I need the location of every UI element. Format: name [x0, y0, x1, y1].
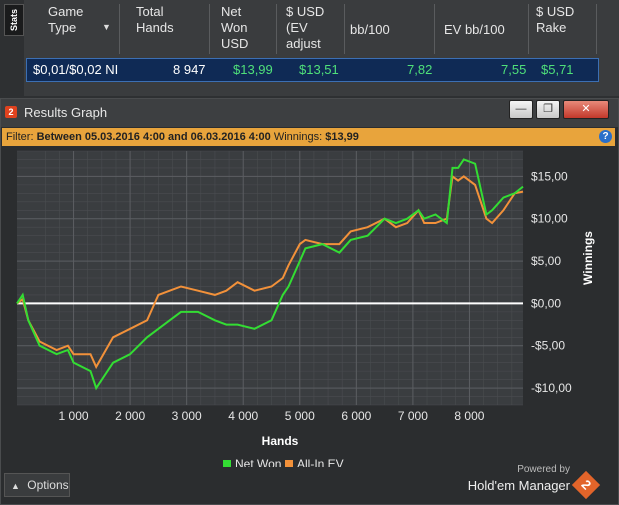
window-titlebar[interactable]: 2 Results Graph — ❐ ✕ [1, 99, 618, 127]
filter-range: Between 05.03.2016 4:00 and 06.03.2016 4… [36, 131, 271, 143]
cell-rake: $5,71 [541, 62, 574, 77]
cell-ev-adjusted: $13,51 [299, 62, 339, 77]
filter-prefix: Filter: [6, 131, 34, 143]
y-tick-label: -$5,00 [531, 339, 565, 353]
y-tick-label: $5,00 [531, 254, 561, 268]
column-divider[interactable] [344, 4, 345, 54]
cell-bb100: 7,82 [407, 62, 433, 77]
x-tick-label: 8 000 [454, 409, 484, 423]
legend-label-all-in-ev: All-In EV [297, 457, 344, 467]
results-graph-window: 2 Results Graph — ❐ ✕ Filter: Between 05… [0, 98, 619, 505]
stats-grid: Game Type ▼ Total Hands Net Won USD $ US… [24, 0, 619, 96]
column-divider[interactable] [596, 4, 597, 54]
product-name: Hold'em Manager [467, 477, 570, 493]
branding: Powered by Hold'em Manager 2 [467, 464, 601, 500]
y-axis-label: Winnings [581, 231, 595, 285]
restore-button[interactable]: ❐ [536, 100, 560, 119]
cell-ev-bb100: 7,55 [501, 62, 527, 77]
sort-down-icon[interactable]: ▼ [102, 22, 111, 32]
col-total-hands[interactable]: Total Hands [136, 4, 196, 56]
chevron-up-icon: ▲ [11, 481, 20, 491]
filter-winnings-value: $13,99 [325, 131, 359, 143]
column-divider[interactable] [209, 4, 210, 54]
y-tick-label: -$10,00 [531, 381, 572, 395]
options-button[interactable]: ▲ Options [4, 473, 70, 497]
table-row[interactable]: $0,01/$0,02 NI 8 947 $13,99 $13,51 7,82 … [26, 58, 599, 82]
cell-game-type: $0,01/$0,02 NI [33, 62, 119, 77]
close-button[interactable]: ✕ [563, 100, 609, 119]
holdem-manager-app-icon: 2 [5, 106, 17, 118]
powered-by-label: Powered by [517, 464, 570, 475]
filter-bar: Filter: Between 05.03.2016 4:00 and 06.0… [2, 128, 615, 146]
x-tick-label: 4 000 [228, 409, 258, 423]
x-axis-label: Hands [262, 434, 299, 448]
y-tick-label: $0,00 [531, 296, 561, 310]
legend: Net Won All-In EV [223, 457, 344, 467]
legend-swatch-all-in-ev [285, 460, 293, 467]
hm2-logo-icon: 2 [571, 470, 601, 500]
minimize-button[interactable]: — [509, 100, 533, 119]
legend-label-net-won: Net Won [235, 457, 281, 467]
x-tick-label: 5 000 [285, 409, 315, 423]
window-title: Results Graph [24, 105, 108, 120]
col-ev-adjusted[interactable]: $ USD (EV adjust [286, 4, 336, 56]
y-tick-label: $10,00 [531, 212, 568, 226]
filter-winnings-label: Winnings: [273, 131, 323, 143]
col-net-won[interactable]: Net Won USD [221, 4, 267, 56]
col-rake[interactable]: $ USD Rake [536, 4, 580, 56]
y-tick-label: $15,00 [531, 169, 568, 183]
column-divider[interactable] [434, 4, 435, 54]
x-tick-label: 7 000 [398, 409, 428, 423]
stats-tab[interactable]: Stats [4, 4, 24, 36]
cell-net-won: $13,99 [233, 62, 273, 77]
col-game-type[interactable]: Game Type [48, 4, 108, 56]
x-tick-label: 1 000 [59, 409, 89, 423]
x-tick-label: 3 000 [172, 409, 202, 423]
help-icon[interactable]: ? [599, 130, 612, 143]
cell-total-hands: 8 947 [173, 62, 206, 77]
column-divider[interactable] [528, 4, 529, 54]
results-chart: 1 000 2 000 3 000 4 000 5 000 6 000 7 000 8 000… [16, 150, 595, 467]
column-divider[interactable] [276, 4, 277, 54]
column-divider[interactable] [119, 4, 120, 54]
x-tick-label: 6 000 [341, 409, 371, 423]
x-tick-label: 2 000 [115, 409, 145, 423]
legend-swatch-net-won [223, 460, 231, 467]
